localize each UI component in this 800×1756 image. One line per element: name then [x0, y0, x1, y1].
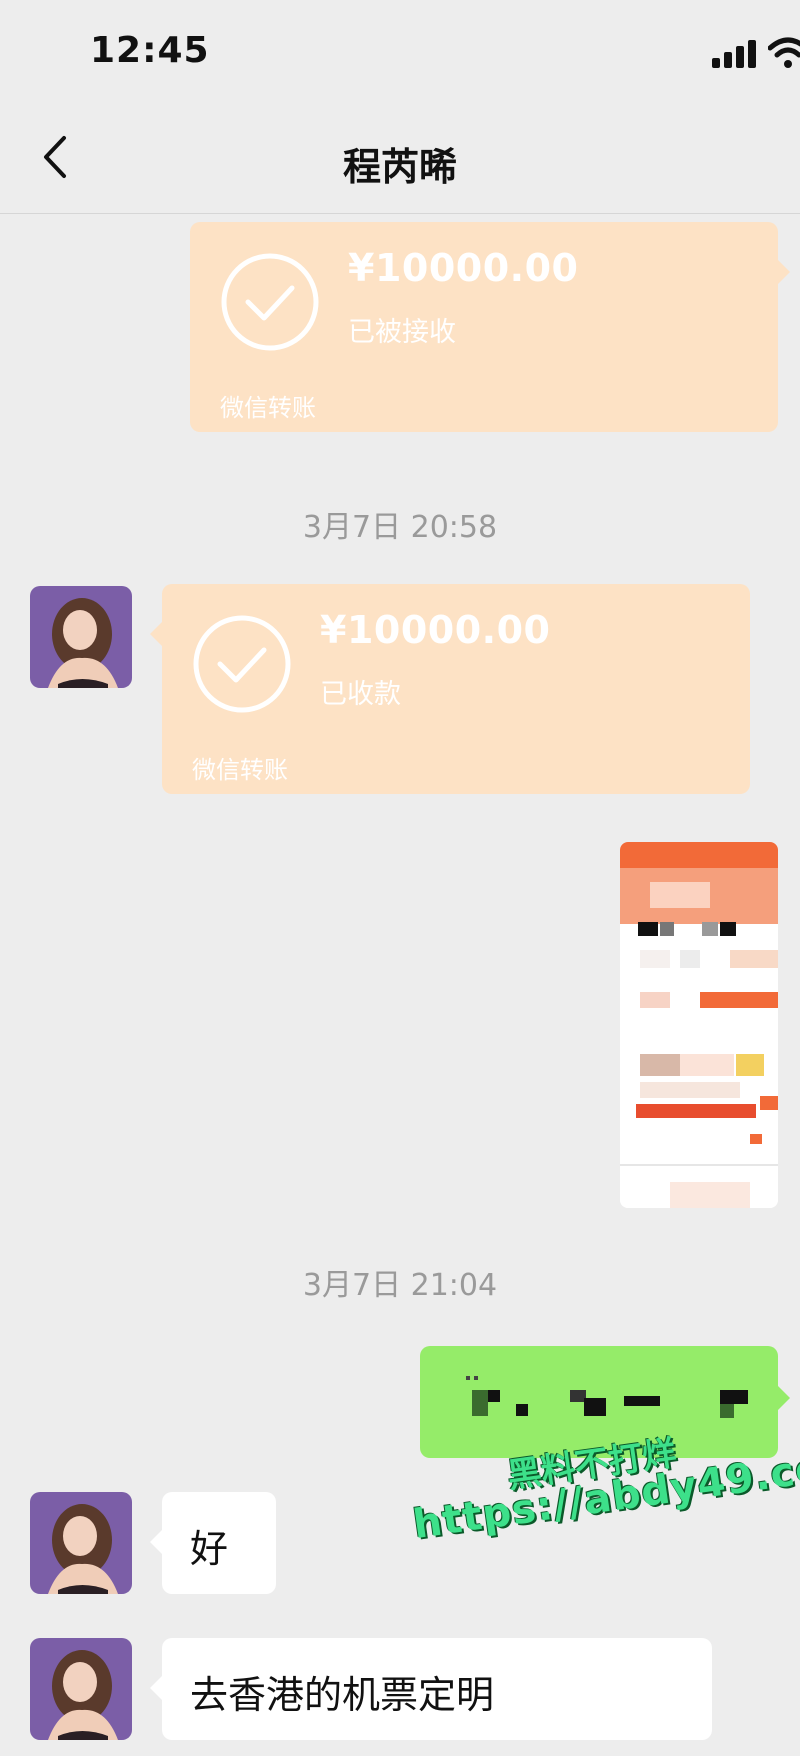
- cellular-signal-icon: [712, 38, 760, 68]
- message-text: 好: [190, 1527, 229, 1571]
- message-timestamp: 3月7日 20:58: [302, 510, 498, 545]
- contact-avatar[interactable]: [30, 586, 132, 688]
- wifi-icon: [768, 37, 800, 68]
- status-bar: 12:45: [0, 0, 800, 100]
- received-text-message[interactable]: 好: [150, 1492, 276, 1594]
- transfer-label: 微信转账: [220, 394, 316, 422]
- chat-title: 程芮晞: [342, 145, 457, 189]
- bubble-tail: [150, 1530, 162, 1554]
- checkmark-circle-icon: [221, 253, 319, 351]
- transfer-amount: ¥10000.00: [348, 246, 579, 290]
- bubble-tail: [778, 260, 790, 284]
- received-transfer-card[interactable]: ¥10000.00 已收款 微信转账: [150, 584, 750, 794]
- transfer-status: 已被接收: [348, 317, 456, 348]
- received-text-message[interactable]: 去香港的机票定明: [150, 1638, 712, 1740]
- transfer-label: 微信转账: [192, 756, 288, 784]
- message-timestamp: 3月7日 21:04: [302, 1268, 498, 1303]
- chat-header: 程芮晞: [0, 100, 800, 214]
- transfer-amount: ¥10000.00: [320, 608, 551, 652]
- checkmark-circle-icon: [193, 615, 291, 713]
- pixelated-screenshot-thumbnail: [620, 842, 778, 1208]
- message-text: 去香港的机票定明: [190, 1673, 495, 1717]
- bubble-tail: [150, 1676, 162, 1700]
- bubble-tail: [150, 622, 162, 646]
- sent-transfer-card[interactable]: ¥10000.00 已被接收 微信转账: [190, 222, 790, 432]
- sent-image-message[interactable]: [620, 842, 778, 1208]
- status-time: 12:45: [90, 30, 210, 71]
- transfer-status: 已收款: [320, 679, 401, 710]
- contact-avatar[interactable]: [30, 1492, 132, 1594]
- contact-avatar[interactable]: [30, 1638, 132, 1740]
